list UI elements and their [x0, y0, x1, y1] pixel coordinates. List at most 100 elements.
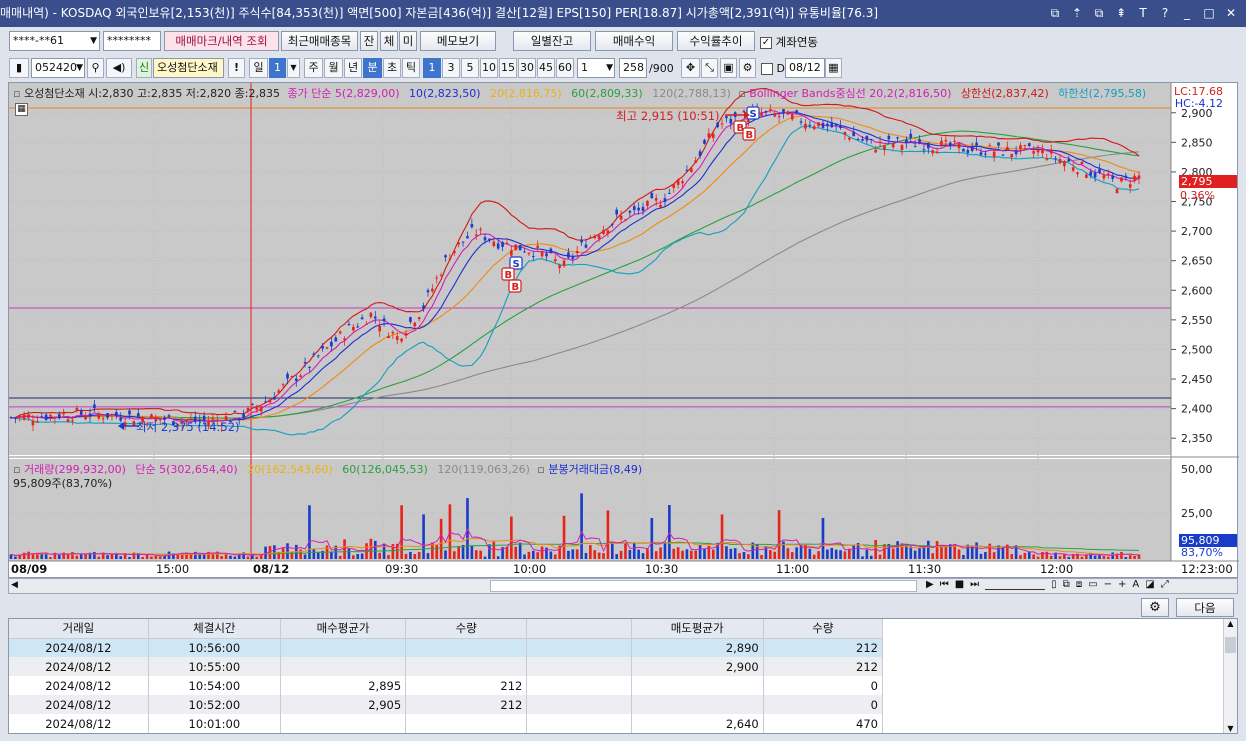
return-trend-button[interactable]: 수익률추이	[677, 31, 755, 51]
tab-executed[interactable]: 체	[380, 31, 398, 51]
query-trade-marks-button[interactable]: 매매마크/내역 조회	[164, 31, 279, 51]
col-header-date[interactable]: 거래일	[9, 619, 149, 639]
alert-icon[interactable]: !	[228, 58, 245, 78]
search-icon[interactable]: ⚲	[87, 58, 104, 78]
stop-icon[interactable]: ■	[955, 579, 964, 590]
minute-option-30[interactable]: 30	[518, 58, 536, 78]
maximize-button[interactable]: □	[1200, 0, 1218, 27]
col-header-sell-avg[interactable]: 매도평균가	[631, 619, 764, 639]
account-select[interactable]: ****-**61 ▼	[9, 31, 100, 51]
minute-option-1[interactable]: 1	[423, 58, 441, 78]
period-second[interactable]: 초	[383, 58, 401, 78]
candle	[1036, 149, 1040, 153]
save-icon[interactable]: ▣	[720, 58, 737, 78]
col-header-time[interactable]: 체결시간	[148, 619, 281, 639]
layout2-icon[interactable]: ⧈	[1076, 579, 1082, 590]
close-button[interactable]: ✕	[1222, 0, 1240, 27]
trade-profit-button[interactable]: 매매수익	[595, 31, 673, 51]
chevron-down-icon[interactable]: ▼	[90, 32, 97, 50]
scroll-down-icon[interactable]: ▼	[1224, 724, 1237, 733]
gear-icon[interactable]: ⚙	[739, 58, 756, 78]
minute-option-15[interactable]: 15	[499, 58, 517, 78]
period-tick[interactable]: 틱	[402, 58, 420, 78]
col-header-buy-qty[interactable]: 수량	[405, 619, 528, 639]
period-month[interactable]: 월	[324, 58, 343, 78]
pin-icon[interactable]: ⇡	[1068, 0, 1086, 27]
date-toggle[interactable]: D	[761, 62, 785, 75]
rewind-icon[interactable]: ⏮	[940, 579, 949, 590]
period-day-value[interactable]: 1	[269, 58, 286, 78]
minute-option-60[interactable]: 60	[556, 58, 574, 78]
trendline-icon[interactable]: ⤡	[701, 58, 718, 78]
daily-balance-button[interactable]: 일별잔고	[513, 31, 591, 51]
link-account-toggle[interactable]: ✓ 계좌연동	[760, 34, 818, 50]
text-tool-icon[interactable]: A	[1132, 579, 1139, 590]
volume-bar	[984, 552, 987, 559]
period-day[interactable]: 일	[249, 58, 268, 78]
layout3-icon[interactable]: ▭	[1088, 579, 1097, 590]
interval-select[interactable]: 1 ▼	[577, 58, 615, 78]
chart-scrollbar[interactable]: ◀ ▶ ⏮ ■ ⏭ ▯ ⧉ ⧈ ▭ − + A ◪ ⤢	[8, 578, 1238, 594]
sound-icon[interactable]: ◀)	[106, 58, 132, 78]
zoom-slider[interactable]	[985, 579, 1046, 590]
scroll-up-icon[interactable]: ▲	[1224, 619, 1237, 628]
password-input[interactable]: ********	[103, 31, 161, 51]
minute-option-5[interactable]: 5	[461, 58, 479, 78]
chart-panel[interactable]: 2,900 2,850 2,800 2,750 2,700 2,650 2,600 2,550…	[8, 82, 1239, 579]
price-tick-label: 2,850	[1181, 136, 1213, 149]
sell-mark-label: S	[750, 109, 757, 120]
table-row[interactable]: 2024/08/12 10:55:00 2,900 212	[9, 657, 884, 676]
link-window-icon[interactable]: ⧉	[1046, 0, 1064, 27]
table-row[interactable]: 2024/08/12 10:54:00 2,895 212 0	[9, 676, 884, 695]
table-row[interactable]: 2024/08/12 10:52:00 2,905 212 0	[9, 695, 884, 714]
table-row[interactable]: 2024/08/12 10:56:00 2,890 212	[9, 638, 884, 657]
memo-button[interactable]: 메모보기	[420, 31, 496, 51]
chevron-down-icon[interactable]: ▼	[287, 58, 300, 78]
zoom-out-icon[interactable]: −	[1104, 579, 1112, 590]
trade-history-table[interactable]: 거래일 체결시간 매수평균가 수량 매도평균가 수량 2024/08/12 10:…	[8, 618, 1238, 734]
calendar-icon[interactable]: ▦	[825, 58, 842, 78]
minute-option-45[interactable]: 45	[537, 58, 555, 78]
bar-count-input[interactable]: 258	[619, 58, 647, 78]
minute-option-10[interactable]: 10	[480, 58, 498, 78]
link-account-checkbox[interactable]: ✓	[760, 36, 772, 49]
recent-stocks-button[interactable]: 최근매매종목	[281, 31, 358, 51]
period-minute[interactable]: 분	[363, 58, 382, 78]
zoom-in-icon[interactable]: +	[1118, 579, 1126, 590]
indicator-icon[interactable]: ✥	[681, 58, 700, 78]
minute-option-3[interactable]: 3	[442, 58, 460, 78]
tab-unexecuted[interactable]: 미	[399, 31, 417, 51]
scroll-right-icon[interactable]: ▶	[926, 579, 934, 590]
chevron-down-icon[interactable]: ▼	[606, 59, 613, 77]
col-header-buy-avg[interactable]: 매수평균가	[280, 619, 407, 639]
stock-code-input[interactable]: 052420 ▼	[31, 58, 85, 78]
table-view-icon[interactable]: ▦	[15, 103, 28, 116]
price-volume-chart[interactable]: 2,9002,8502,8002,7502,7002,6502,6002,550…	[9, 83, 1239, 579]
zoom-thumb-icon[interactable]: ▯	[1051, 579, 1057, 590]
table-scroll-thumb[interactable]	[1225, 637, 1236, 653]
forward-icon[interactable]: ⏭	[970, 579, 979, 590]
table-row[interactable]: 2024/08/12 10:01:00 2,640 470	[9, 714, 884, 733]
stock-search-icon[interactable]: ▮	[9, 58, 29, 78]
minimize-button[interactable]: _	[1178, 0, 1196, 27]
gear-icon[interactable]: ⚙	[1141, 598, 1169, 617]
scrollbar-thumb[interactable]	[490, 580, 917, 592]
scroll-left-icon[interactable]: ◀	[11, 580, 18, 590]
period-week[interactable]: 주	[304, 58, 323, 78]
col-header-sell-qty[interactable]: 수량	[763, 619, 884, 639]
help-icon[interactable]: ?	[1156, 0, 1174, 27]
next-button[interactable]: 다음	[1176, 598, 1234, 617]
top-icon[interactable]: ⇞	[1112, 0, 1130, 27]
draw-tool-icon[interactable]: ⤢	[1161, 579, 1169, 590]
date-checkbox[interactable]	[761, 63, 773, 75]
shape-tool-icon[interactable]: ◪	[1145, 579, 1154, 590]
chevron-down-icon[interactable]: ▼	[76, 59, 83, 77]
table-scrollbar[interactable]: ▲ ▼	[1223, 619, 1237, 733]
font-icon[interactable]: T	[1134, 0, 1152, 27]
layout-icon[interactable]: ⧉	[1063, 579, 1070, 590]
period-year[interactable]: 년	[344, 58, 362, 78]
volume-bar	[826, 549, 829, 559]
date-input[interactable]: 08/12	[785, 58, 825, 78]
copy-window-icon[interactable]: ⧉	[1090, 0, 1108, 27]
tab-balance[interactable]: 잔	[360, 31, 378, 51]
